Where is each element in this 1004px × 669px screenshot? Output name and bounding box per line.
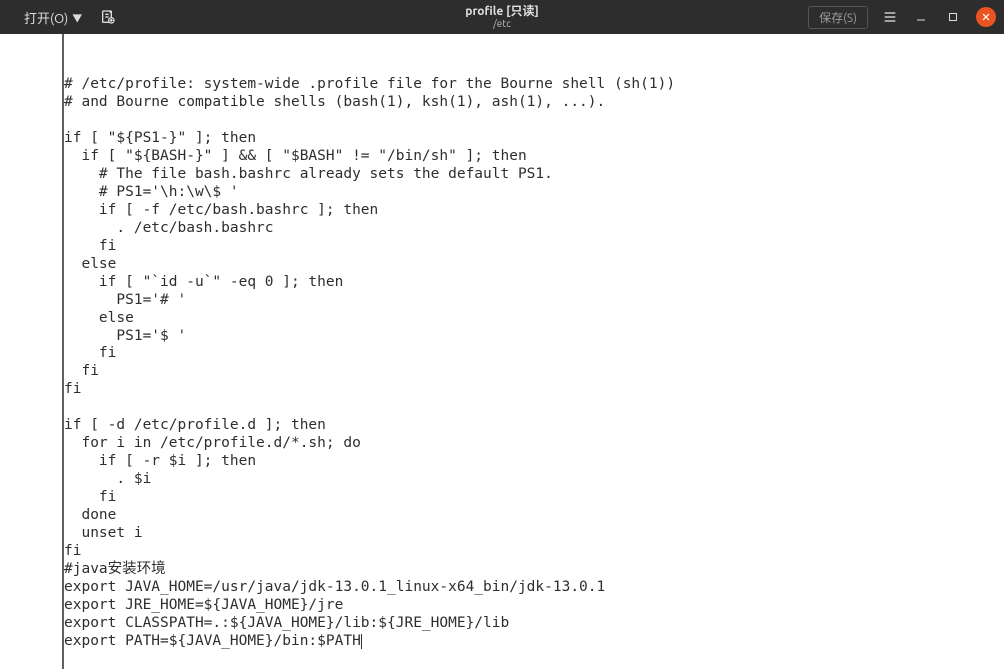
editor-content[interactable]: # /etc/profile: system-wide .profile fil… bbox=[64, 76, 996, 651]
save-button-label: 保存(S) bbox=[819, 12, 857, 25]
hamburger-menu-icon[interactable] bbox=[882, 9, 898, 25]
title-main: profile [只读] bbox=[465, 5, 538, 18]
title-sub: /etc bbox=[465, 18, 538, 29]
window-titlebar: 打开(O) ▼ profile [只读] /etc 保存(S) bbox=[0, 0, 1004, 34]
open-button-label: 打开(O) bbox=[24, 8, 68, 27]
titlebar-left: 打开(O) ▼ bbox=[24, 8, 116, 27]
minimize-button[interactable] bbox=[912, 8, 930, 26]
window-title: profile [只读] /etc bbox=[465, 0, 538, 34]
close-button[interactable] bbox=[976, 7, 996, 27]
open-button[interactable]: 打开(O) ▼ bbox=[24, 8, 82, 27]
maximize-button[interactable] bbox=[944, 8, 962, 26]
text-editor[interactable]: # /etc/profile: system-wide .profile fil… bbox=[62, 34, 996, 669]
caret-down-icon: ▼ bbox=[72, 10, 82, 25]
titlebar-right: 保存(S) bbox=[808, 6, 996, 29]
text-cursor bbox=[361, 634, 362, 649]
new-document-icon[interactable] bbox=[100, 9, 116, 25]
save-button[interactable]: 保存(S) bbox=[808, 6, 868, 29]
